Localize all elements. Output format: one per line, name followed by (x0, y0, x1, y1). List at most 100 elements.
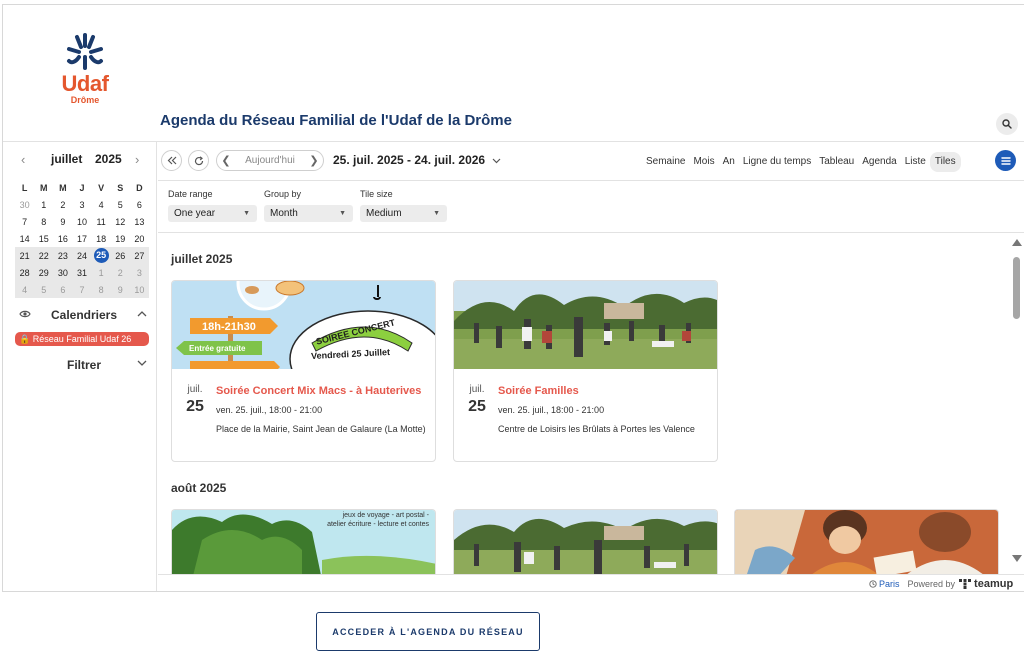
mini-cal-day[interactable]: 2 (110, 264, 130, 281)
tab-tableau[interactable]: Tableau (815, 152, 858, 172)
mini-cal-day[interactable]: 11 (92, 213, 111, 230)
fast-back-button[interactable] (161, 150, 182, 171)
scroll-up-arrow-icon[interactable] (1012, 239, 1022, 246)
scrollbar-thumb[interactable] (1013, 257, 1020, 319)
mini-cal-day[interactable]: 23 (53, 247, 73, 264)
today-button[interactable]: Aujourd'hui (235, 155, 305, 166)
mini-cal-day[interactable]: 27 (129, 247, 149, 264)
mini-cal-day[interactable]: 4 (92, 196, 111, 213)
scroll-down-arrow-icon[interactable] (1012, 555, 1022, 562)
filter-section-header[interactable]: Filtrer (17, 357, 147, 373)
mini-cal-day[interactable]: 28 (15, 264, 35, 281)
mini-cal-month[interactable]: juillet (51, 152, 82, 166)
mini-cal-day[interactable]: 18 (92, 230, 111, 247)
sidebar: ‹ juillet 2025 › L M M J V S D 30 1 2 3 4 5 6 7… (3, 142, 157, 591)
month-group-heading: août 2025 (171, 481, 227, 495)
tab-mois[interactable]: Mois (689, 152, 718, 172)
content-scrollbar[interactable] (1009, 237, 1023, 570)
mini-cal-day[interactable]: 7 (15, 213, 34, 230)
tab-semaine[interactable]: Semaine (642, 152, 689, 172)
tab-agenda[interactable]: Agenda (858, 152, 900, 172)
travel-games-line-1: jeux de voyage - art postal - (342, 512, 429, 519)
search-button[interactable] (996, 113, 1018, 135)
mini-cal-day[interactable]: 10 (129, 281, 149, 298)
caret-down-icon: ▼ (243, 210, 250, 217)
tile-size-select[interactable]: Medium ▼ (360, 205, 447, 222)
mini-cal-day[interactable]: 12 (111, 213, 130, 230)
tiles-content: juillet 2025 18h-21h30 Entrée gratuite S… (158, 233, 1008, 574)
month-group-heading: juillet 2025 (171, 252, 233, 266)
mini-cal-day[interactable]: 1 (91, 264, 111, 281)
mini-cal-day[interactable]: 13 (130, 213, 149, 230)
event-title[interactable]: Soirée Concert Mix Macs - à Hauterives (216, 385, 428, 397)
mini-cal-day[interactable]: 26 (110, 247, 130, 264)
eye-icon[interactable] (19, 309, 31, 319)
mini-cal-day[interactable]: 24 (72, 247, 92, 264)
mini-cal-day[interactable]: 4 (15, 281, 35, 298)
mini-cal-day[interactable]: 30 (53, 264, 73, 281)
mini-cal-day[interactable]: 16 (53, 230, 72, 247)
mini-cal-day[interactable]: 8 (34, 213, 53, 230)
event-card[interactable]: jeux de voyage - art postal - atelier éc… (171, 509, 436, 574)
timezone-link[interactable]: Paris (879, 579, 900, 589)
prev-period-button[interactable]: ❮ (217, 154, 235, 167)
mini-cal-day[interactable]: 5 (34, 281, 54, 298)
mini-cal-day[interactable]: 25 (91, 247, 111, 264)
mini-cal-day[interactable]: 7 (72, 281, 92, 298)
tab-an[interactable]: An (719, 152, 739, 172)
mini-cal-day[interactable]: 31 (72, 264, 92, 281)
mini-cal-day[interactable]: 17 (72, 230, 91, 247)
mini-cal-day[interactable]: 14 (15, 230, 34, 247)
udaf-logo[interactable]: Udaf Drôme (53, 33, 117, 113)
weekday-label: V (98, 182, 105, 193)
mini-cal-day[interactable]: 29 (34, 264, 54, 281)
mini-cal-day[interactable]: 8 (91, 281, 111, 298)
mini-cal-year[interactable]: 2025 (95, 152, 122, 166)
event-card[interactable]: 18h-21h30 Entrée gratuite SOIREE CONCERT… (171, 280, 436, 462)
event-card[interactable]: juil. 25 Soirée Familles ven. 25. juil.,… (453, 280, 718, 462)
refresh-button[interactable] (188, 150, 209, 171)
event-image-reading (735, 510, 998, 574)
date-range-select[interactable]: One year ▼ (168, 205, 257, 222)
event-card[interactable] (453, 509, 718, 574)
date-range-selector[interactable]: 25. juil. 2025 - 24. juil. 2026 (333, 153, 501, 167)
chevron-up-icon[interactable] (137, 310, 147, 317)
tab-liste[interactable]: Liste (901, 152, 930, 172)
event-title[interactable]: Soirée Familles (498, 385, 710, 397)
open-network-agenda-button[interactable]: ACCEDER À L'AGENDA DU RÉSEAU (316, 612, 540, 651)
mini-cal-day[interactable]: 15 (34, 230, 53, 247)
mini-cal-day[interactable]: 22 (34, 247, 54, 264)
mini-cal-day[interactable]: 30 (15, 196, 34, 213)
clock-icon (869, 580, 877, 588)
mini-cal-day[interactable]: 3 (129, 264, 149, 281)
teamup-brand-link[interactable]: teamup (974, 578, 1013, 590)
chevron-down-icon (493, 158, 501, 164)
tab-tiles[interactable]: Tiles (929, 152, 961, 172)
mini-cal-day[interactable]: 6 (130, 196, 149, 213)
calendars-section-header[interactable]: Calendriers (17, 308, 147, 324)
mini-cal-today[interactable]: 25 (93, 248, 109, 263)
mini-cal-day[interactable]: 2 (53, 196, 72, 213)
mini-cal-day[interactable]: 6 (53, 281, 73, 298)
mini-cal-prev-button[interactable]: ‹ (21, 152, 25, 167)
mini-cal-day[interactable]: 19 (111, 230, 130, 247)
mini-cal-day[interactable]: 20 (130, 230, 149, 247)
next-period-button[interactable]: ❯ (305, 154, 323, 167)
chevron-down-icon[interactable] (137, 360, 147, 367)
mini-cal-day[interactable]: 21 (15, 247, 35, 264)
event-card[interactable] (734, 509, 999, 574)
mini-cal-next-button[interactable]: › (135, 152, 139, 167)
mini-cal-day[interactable]: 9 (53, 213, 72, 230)
group-by-select[interactable]: Month ▼ (264, 205, 353, 222)
mini-cal-day[interactable]: 9 (110, 281, 130, 298)
calendar-item-reseau-familial[interactable]: 🔒 Réseau Familial Udaf 26 (15, 332, 149, 346)
tab-ligne-du-temps[interactable]: Ligne du temps (739, 152, 815, 172)
mini-cal-day[interactable]: 1 (34, 196, 53, 213)
mini-cal-day[interactable]: 5 (111, 196, 130, 213)
mini-cal-day[interactable]: 10 (72, 213, 91, 230)
menu-button[interactable] (995, 150, 1016, 171)
weekday-label: D (136, 182, 143, 193)
mini-cal-day[interactable]: 3 (72, 196, 91, 213)
event-image-concert: 18h-21h30 Entrée gratuite SOIREE CONCERT… (172, 281, 435, 369)
travel-games-line-2: atelier écriture - lecture et contes (327, 521, 429, 528)
